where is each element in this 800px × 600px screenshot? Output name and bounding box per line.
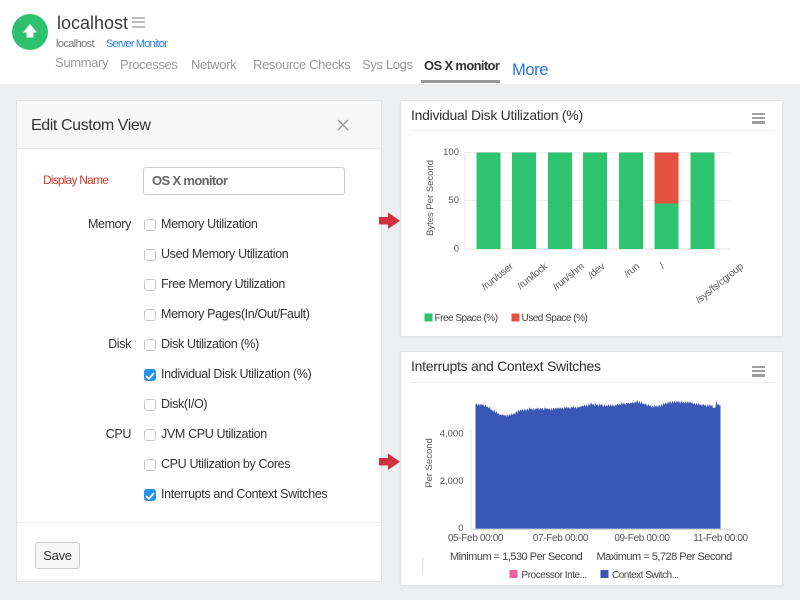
svg-text:Bytes Per Second: Bytes Per Second (425, 160, 436, 236)
svg-text:Processor Inte...: Processor Inte... (522, 570, 587, 581)
svg-text:100: 100 (443, 147, 459, 158)
svg-text:09-Feb 00:00: 09-Feb 00:00 (614, 533, 670, 544)
svg-text:11-Feb 00:00: 11-Feb 00:00 (693, 533, 748, 544)
svg-text:/run/shm: /run/shm (551, 261, 586, 293)
svg-text:Minimum = 1,530 Per Second: Minimum = 1,530 Per Second (450, 551, 583, 563)
svg-text:Context Switch...: Context Switch... (612, 570, 679, 581)
svg-text:/run/lock: /run/lock (515, 261, 550, 292)
svg-text:0: 0 (454, 244, 459, 255)
svg-text:Used Space (%): Used Space (%) (522, 313, 588, 324)
svg-text:4,000: 4,000 (440, 429, 464, 440)
svg-text:Free Space (%): Free Space (%) (435, 313, 498, 324)
svg-text:/run: /run (622, 261, 641, 280)
svg-text:Per Second: Per Second (424, 438, 435, 488)
svg-text:50: 50 (448, 195, 459, 206)
svg-text:07-Feb 00:00: 07-Feb 00:00 (533, 533, 589, 544)
svg-text:/sys/fs/cgroup: /sys/fs/cgroup (694, 261, 746, 306)
svg-text:/run/user: /run/user (480, 261, 516, 293)
svg-text:/dev: /dev (586, 261, 607, 281)
svg-text:05-Feb 00:00: 05-Feb 00:00 (448, 533, 504, 544)
svg-text:/: / (658, 261, 667, 271)
svg-text:Maximum = 5,728 Per Second: Maximum = 5,728 Per Second (597, 551, 733, 563)
svg-text:2,000: 2,000 (440, 476, 464, 487)
